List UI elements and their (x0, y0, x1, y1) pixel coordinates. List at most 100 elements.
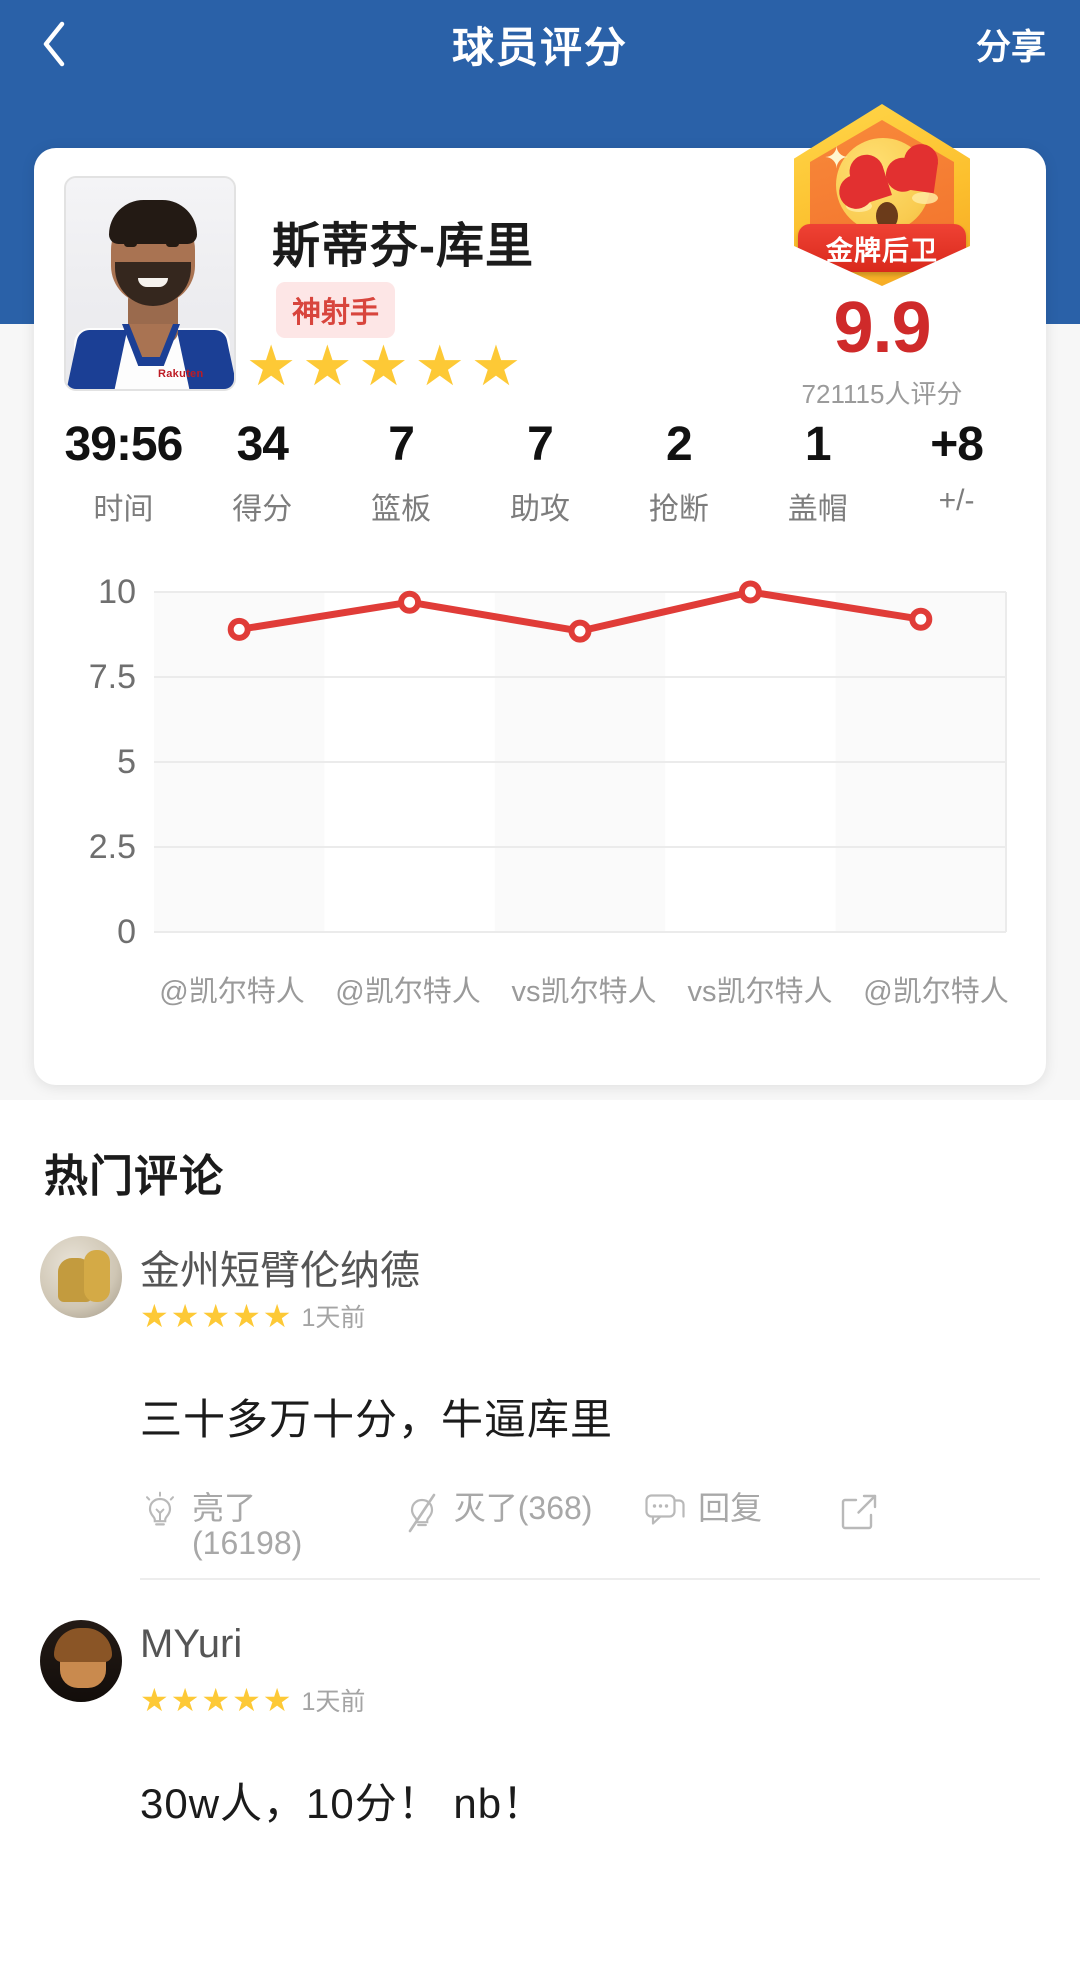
star-icon: ★ (470, 334, 522, 397)
stat-steals: 2 抢断 (609, 418, 748, 528)
comment-star-rating: ★ ★ ★ ★ ★ (140, 1684, 291, 1716)
y-tick-label: 7.5 (89, 658, 136, 696)
stat-value: 2 (666, 418, 693, 471)
reply-button[interactable]: 回复 (644, 1491, 838, 1531)
stat-value: +8 (930, 418, 984, 471)
chart-data-point[interactable] (227, 617, 251, 641)
like-count: (16198) (192, 1524, 303, 1561)
star-icon: ★ (201, 1682, 231, 1718)
score-rating-count: 721115人评分 (801, 379, 963, 409)
player-tag-badge: 神射手 (276, 282, 396, 338)
star-icon: ★ (170, 1682, 200, 1718)
player-name: 斯蒂芬-库里 (272, 220, 534, 273)
star-icon: ★ (170, 1298, 200, 1334)
comment-meta: ★ ★ ★ ★ ★ 1天前 (140, 1682, 365, 1718)
stat-time: 39:56 时间 (54, 419, 193, 528)
comment-meta: ★ ★ ★ ★ ★ 1天前 (140, 1298, 365, 1334)
star-icon: ★ (232, 1682, 261, 1718)
x-tick-label: @凯尔特人 (335, 976, 481, 1008)
stat-value: 1 (804, 418, 832, 471)
stat-points: 34 得分 (193, 418, 332, 528)
comment-timestamp: 1天前 (301, 1688, 366, 1716)
star-icon: ★ (140, 1682, 169, 1718)
comment-bubble-icon (645, 1494, 685, 1525)
player-header-row: Rakuten 斯蒂芬-库里 神射手 ★ ★ ★ ★ ★ ✦ ✦ 金 (64, 104, 1016, 421)
stat-label: 抢断 (648, 493, 709, 527)
comment-action-bar: 亮了 (16198) 灭了(368) 回复 (140, 1491, 940, 1560)
share-comment-button[interactable] (838, 1491, 880, 1533)
star-icon: ★ (262, 1682, 292, 1718)
stat-label: 助攻 (510, 493, 570, 527)
sparkle-icon: ✦ (824, 142, 850, 175)
x-tick-label: @凯尔特人 (159, 976, 305, 1008)
avatar[interactable] (40, 1620, 122, 1702)
player-star-rating: ★ ★ ★ ★ ★ (246, 338, 521, 394)
x-tick-label: vs凯尔特人 (511, 976, 657, 1008)
star-icon: ★ (201, 1298, 231, 1334)
stat-plus-minus: +8 +/- (887, 418, 1026, 528)
star-icon: ★ (358, 334, 409, 397)
y-tick-label: 0 (117, 913, 136, 951)
comment-text: 三十多万十分，牛逼库里 (140, 1396, 614, 1443)
dislike-label: 灭了(368) (453, 1490, 593, 1526)
stat-value: 7 (388, 418, 415, 471)
chart-data-point[interactable] (738, 580, 762, 604)
avatar-eye-right (166, 240, 179, 247)
avatar-hair (109, 200, 197, 244)
comment-divider (140, 1578, 1040, 1580)
player-rating-card: Rakuten 斯蒂芬-库里 神射手 ★ ★ ★ ★ ★ ✦ ✦ 金 (34, 104, 1046, 1085)
stat-value: 7 (527, 418, 554, 471)
app-header: 球员评分 分享 (0, 0, 1080, 88)
star-icon: ★ (232, 1298, 261, 1334)
x-tick-label: vs凯尔特人 (687, 976, 833, 1008)
avatar-mouth (138, 278, 168, 287)
stat-blocks: 1 盖帽 (748, 418, 887, 528)
avatar-eye-left (124, 240, 137, 247)
y-tick-label: 2.5 (89, 828, 136, 866)
hot-comments-title: 热门评论 (44, 1152, 224, 1201)
y-tick-label: 10 (98, 578, 136, 611)
heart-eye-right-icon (900, 157, 938, 194)
y-tick-label: 5 (117, 743, 136, 781)
like-label: 亮了 (192, 1490, 257, 1526)
lightbulb-icon (146, 1491, 174, 1526)
like-button[interactable]: 亮了 (16198) (140, 1491, 402, 1560)
badge-ribbon: 金牌后卫 (798, 224, 966, 272)
external-share-icon (841, 1494, 877, 1530)
player-avatar[interactable]: Rakuten (64, 176, 236, 391)
star-icon: ★ (414, 334, 465, 397)
share-button[interactable]: 分享 (976, 19, 1046, 70)
reply-label: 回复 (698, 1490, 763, 1526)
star-icon: ★ (302, 334, 353, 397)
stat-label: 得分 (232, 493, 293, 527)
star-icon: ★ (246, 334, 297, 397)
avatar[interactable] (40, 1236, 122, 1318)
score-badge-block: ✦ ✦ 金牌后卫 9.9 721115人评分 (790, 104, 974, 411)
comment-author-name: MYuri (140, 1622, 243, 1666)
lightbulb-off-icon (408, 1493, 436, 1533)
stat-assists: 7 助攻 (471, 418, 610, 528)
gold-medal-badge-icon: ✦ ✦ 金牌后卫 (794, 104, 970, 286)
dislike-button[interactable]: 灭了(368) (402, 1491, 644, 1535)
chart-x-axis-labels: @凯尔特人 @凯尔特人 vs凯尔特人 vs凯尔特人 @凯尔特人 (144, 968, 1024, 1010)
star-icon: ★ (262, 1298, 292, 1334)
page-title: 球员评分 (451, 23, 628, 71)
x-tick-label: @凯尔特人 (863, 976, 1009, 1008)
star-icon: ★ (140, 1298, 169, 1334)
score-value: 9.9 (833, 288, 931, 368)
stat-value: 34 (236, 418, 289, 471)
stats-row: 39:56 时间 34 得分 7 篮板 7 助攻 2 抢断 1 盖帽 +8 +/… (54, 418, 1026, 528)
rating-trend-chart: 10 7.5 5 2.5 0 (62, 578, 1022, 958)
badge-ribbon-label: 金牌后卫 (826, 235, 938, 266)
chart-data-point[interactable] (568, 619, 592, 643)
comment-text: 30w人，10分！ nb！ (140, 1780, 546, 1827)
chart-svg: 10 7.5 5 2.5 0 (89, 578, 1007, 951)
stat-label: +/- (938, 484, 975, 518)
stat-label: 篮板 (371, 493, 432, 527)
face-blush-right (912, 192, 938, 204)
comment-star-rating: ★ ★ ★ ★ ★ (140, 1300, 291, 1332)
chart-data-point[interactable] (398, 590, 422, 614)
chart-data-point[interactable] (909, 607, 933, 631)
back-icon[interactable] (34, 20, 74, 68)
jersey-sponsor-logo: Rakuten (158, 368, 204, 380)
